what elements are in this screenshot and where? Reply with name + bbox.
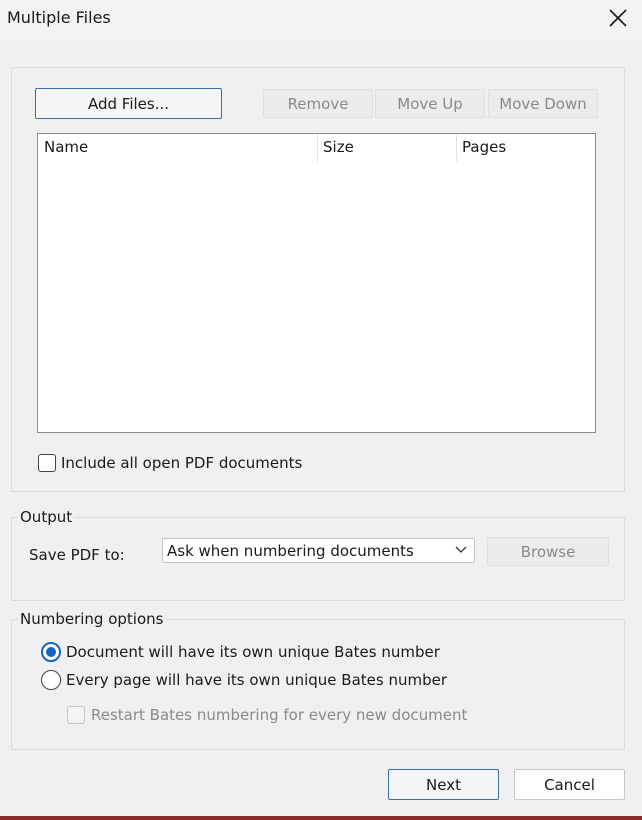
restart-bates-checkbox[interactable]: [67, 706, 85, 724]
numbering-options-legend: Numbering options: [18, 610, 166, 628]
radio-page-unique-bates[interactable]: [41, 670, 61, 690]
save-location-dropdown[interactable]: Ask when numbering documents: [162, 538, 475, 563]
browse-button[interactable]: Browse: [487, 537, 609, 566]
close-icon[interactable]: [606, 6, 630, 30]
radio-document-unique-bates-label: Document will have its own unique Bates …: [66, 643, 440, 661]
radio-document-unique-bates[interactable]: [41, 642, 61, 662]
add-files-button[interactable]: Add Files...: [35, 88, 222, 119]
move-down-button[interactable]: Move Down: [488, 89, 598, 118]
column-header-pages[interactable]: Pages: [462, 138, 506, 156]
window-bottom-edge: [0, 816, 642, 820]
cancel-button[interactable]: Cancel: [514, 769, 625, 800]
column-divider: [317, 134, 318, 162]
move-up-button[interactable]: Move Up: [375, 89, 485, 118]
remove-button[interactable]: Remove: [263, 89, 373, 118]
chevron-down-icon: [455, 546, 467, 553]
include-open-pdfs-checkbox[interactable]: [38, 454, 56, 472]
restart-bates-label: Restart Bates numbering for every new do…: [91, 706, 468, 724]
dialog-title: Multiple Files: [7, 8, 111, 27]
column-header-name[interactable]: Name: [44, 138, 88, 156]
column-header-size[interactable]: Size: [323, 138, 354, 156]
output-legend: Output: [18, 508, 75, 526]
save-location-value: Ask when numbering documents: [167, 542, 414, 560]
files-list[interactable]: Name Size Pages: [37, 133, 596, 433]
save-pdf-to-label: Save PDF to:: [29, 546, 125, 564]
radio-page-unique-bates-label: Every page will have its own unique Bate…: [66, 671, 448, 689]
title-bar: Multiple Files: [0, 0, 642, 40]
include-open-pdfs-label: Include all open PDF documents: [61, 454, 303, 472]
column-divider: [456, 134, 457, 162]
next-button[interactable]: Next: [388, 769, 499, 800]
